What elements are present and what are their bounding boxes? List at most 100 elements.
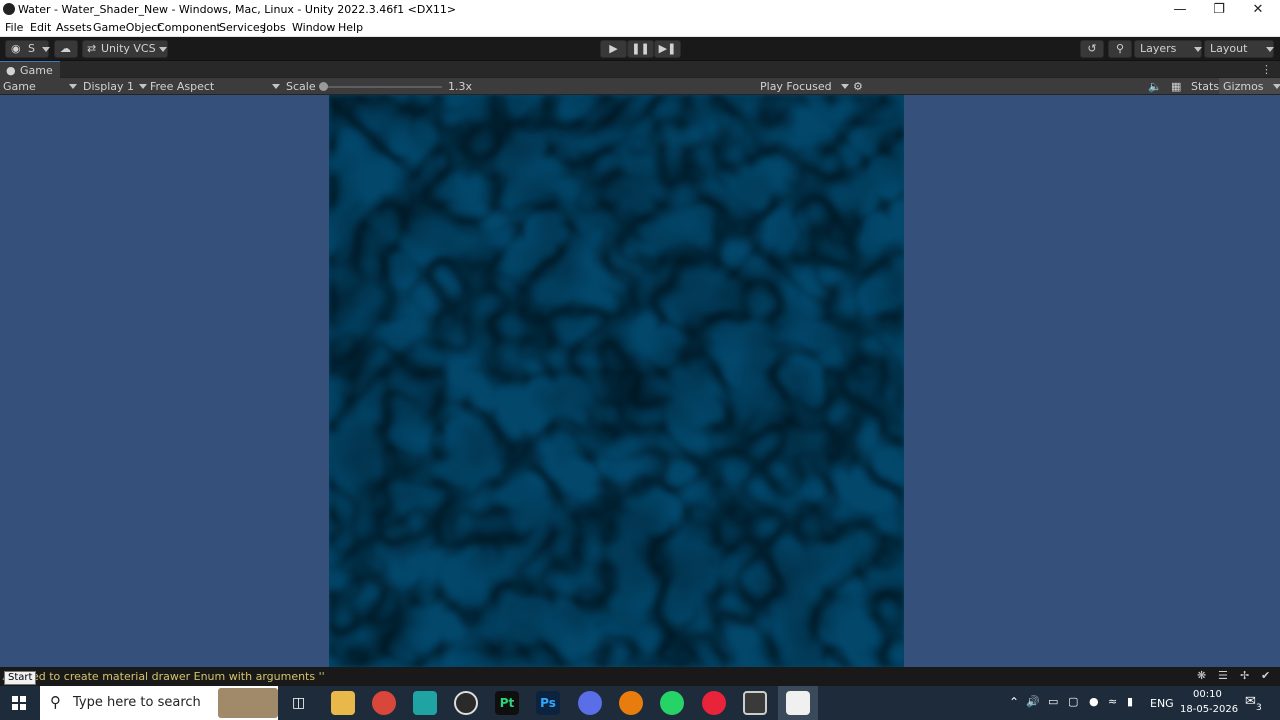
search-placeholder: Type here to search (73, 695, 201, 710)
network-icon[interactable]: ✢ (1240, 669, 1249, 682)
main-toolbar: ◉ S ☁ ⇄ Unity VCS ▶ ❚❚ ▶❚ ↺ ⚲ Layers Lay… (0, 37, 1280, 61)
close-button[interactable]: ✕ (1238, 0, 1278, 19)
menu-help[interactable]: Help (338, 21, 363, 34)
cloud-button[interactable]: ☁ (54, 40, 78, 58)
speaker-icon[interactable]: 🔊 (1026, 695, 1040, 708)
menu-component[interactable]: Component (157, 21, 221, 34)
notification-count: 3 (1256, 703, 1262, 713)
browser-icon[interactable] (578, 691, 602, 715)
display-dropdown[interactable]: Display 1 (83, 79, 147, 94)
menu-bar: File Edit Assets GameObject Component Se… (0, 19, 1280, 37)
debug-icon[interactable]: ❋ (1197, 669, 1206, 682)
more-options-icon[interactable]: ⋮ (1261, 61, 1272, 78)
menu-gameobject[interactable]: GameObject (93, 21, 162, 34)
unity-editor-taskbar-item[interactable] (778, 686, 818, 720)
search-icon: ⚲ (1115, 42, 1125, 55)
device-icon[interactable]: ▭ (1048, 695, 1058, 708)
gizmos-dropdown[interactable]: Gizmos (1219, 78, 1280, 94)
tab-game[interactable]: ● Game (0, 61, 60, 78)
grid-icon[interactable]: ▦ (1171, 79, 1181, 94)
unity-hub-icon[interactable] (743, 691, 767, 715)
clock-date[interactable]: 18-05-2026 (1180, 704, 1238, 715)
aspect-label: Free Aspect (150, 80, 215, 93)
pause-icon: ❚❚ (631, 42, 650, 55)
github-desktop-icon[interactable] (454, 691, 478, 715)
maximize-button[interactable]: ❐ (1199, 0, 1239, 19)
notification-icon[interactable]: ✉ (1245, 694, 1256, 709)
language-indicator[interactable]: ENG (1150, 697, 1174, 710)
history-icon: ↺ (1087, 42, 1097, 55)
chevron-down-icon (139, 84, 147, 89)
chrome-icon[interactable] (372, 691, 396, 715)
search-highlight-image (218, 688, 278, 718)
scale-slider-thumb[interactable] (319, 82, 329, 91)
blender-icon[interactable] (619, 691, 643, 715)
audio-mute-icon[interactable]: 🔈 (1148, 79, 1162, 94)
file-explorer-icon[interactable] (331, 691, 355, 715)
menu-assets[interactable]: Assets (56, 21, 92, 34)
scale-value: 1.3x (448, 80, 473, 93)
taskbar-search-box[interactable]: ⚲ Type here to search (40, 686, 278, 720)
chevron-down-icon (1266, 47, 1274, 52)
display-label: Display 1 (83, 80, 135, 93)
chevron-down-icon (69, 84, 77, 89)
layers-dropdown[interactable]: Layers (1134, 40, 1202, 58)
app-red-icon[interactable] (702, 691, 726, 715)
maya-icon[interactable] (413, 691, 437, 715)
clock-time[interactable]: 00:10 (1193, 689, 1222, 700)
account-label: S (28, 42, 35, 55)
step-button[interactable]: ▶❚ (654, 40, 681, 58)
painter-icon[interactable]: Pt (495, 691, 519, 715)
water-shader-render (329, 95, 904, 667)
branch-icon: ⇄ (87, 42, 97, 55)
menu-edit[interactable]: Edit (30, 21, 51, 34)
history-button[interactable]: ↺ (1080, 40, 1104, 58)
play-mode-dropdown[interactable]: Play Focused (760, 79, 849, 94)
water-caustics-image (329, 95, 904, 667)
vcs-button[interactable]: ⇄ Unity VCS (82, 40, 168, 58)
vcs-label: Unity VCS (101, 42, 156, 55)
gizmos-label: Gizmos (1223, 80, 1264, 93)
scale-slider-track[interactable] (321, 86, 442, 88)
view-dropdown[interactable]: Game (3, 79, 77, 94)
status-message: ed to create material drawer Enum with a… (32, 670, 325, 683)
search-button[interactable]: ⚲ (1108, 40, 1132, 58)
whatsapp-icon[interactable] (660, 691, 684, 715)
task-view-icon[interactable]: ◫ (292, 695, 305, 711)
game-view-toolbar: Game Display 1 Free Aspect Scale 1.3x Pl… (0, 78, 1280, 95)
layers-stack-icon[interactable]: ☰ (1218, 669, 1228, 682)
play-mode-label: Play Focused (760, 80, 832, 93)
check-circle-icon[interactable]: ✔ (1261, 669, 1270, 682)
pause-button[interactable]: ❚❚ (627, 40, 654, 58)
chevron-down-icon (159, 47, 167, 52)
chevron-up-icon[interactable]: ⌃ (1009, 695, 1019, 709)
menu-file[interactable]: File (5, 21, 23, 34)
stats-button[interactable]: Stats (1191, 79, 1219, 94)
scale-label: Scale (286, 80, 316, 93)
chevron-down-icon (1273, 84, 1280, 89)
windows-taskbar: ⚲ Type here to search ◫ Pt Ps ⌃ 🔊 ▭ ▢ ● … (0, 686, 1280, 720)
title-bar: Water - Water_Shader_New - Windows, Mac,… (0, 0, 1280, 19)
menu-window[interactable]: Window (292, 21, 335, 34)
game-viewport[interactable] (0, 95, 1280, 667)
account-button[interactable]: ◉ S (5, 40, 50, 58)
menu-services[interactable]: Services (219, 21, 265, 34)
layout-label: Layout (1210, 42, 1248, 55)
debug-bug-icon[interactable]: ⚙ (853, 79, 863, 94)
microphone-icon[interactable]: ● (1089, 695, 1099, 708)
photoshop-icon[interactable]: Ps (536, 691, 560, 715)
battery-icon[interactable]: ▮ (1127, 695, 1133, 708)
minimize-button[interactable]: — (1160, 0, 1200, 19)
windows-start-icon[interactable] (12, 696, 26, 710)
unity-icon (786, 691, 810, 715)
display-icon[interactable]: ▢ (1068, 695, 1078, 708)
play-button[interactable]: ▶ (600, 40, 627, 58)
aspect-dropdown[interactable]: Free Aspect (150, 79, 280, 94)
tab-game-label: Game (20, 64, 53, 77)
console-status-bar[interactable]: ⚠ ed to create material drawer Enum with… (0, 667, 1280, 686)
water-caustic-glow (329, 95, 904, 667)
menu-jobs[interactable]: Jobs (263, 21, 286, 34)
layout-dropdown[interactable]: Layout (1204, 40, 1274, 58)
wifi-icon[interactable]: ≈ (1108, 695, 1117, 708)
search-icon: ⚲ (50, 693, 61, 711)
